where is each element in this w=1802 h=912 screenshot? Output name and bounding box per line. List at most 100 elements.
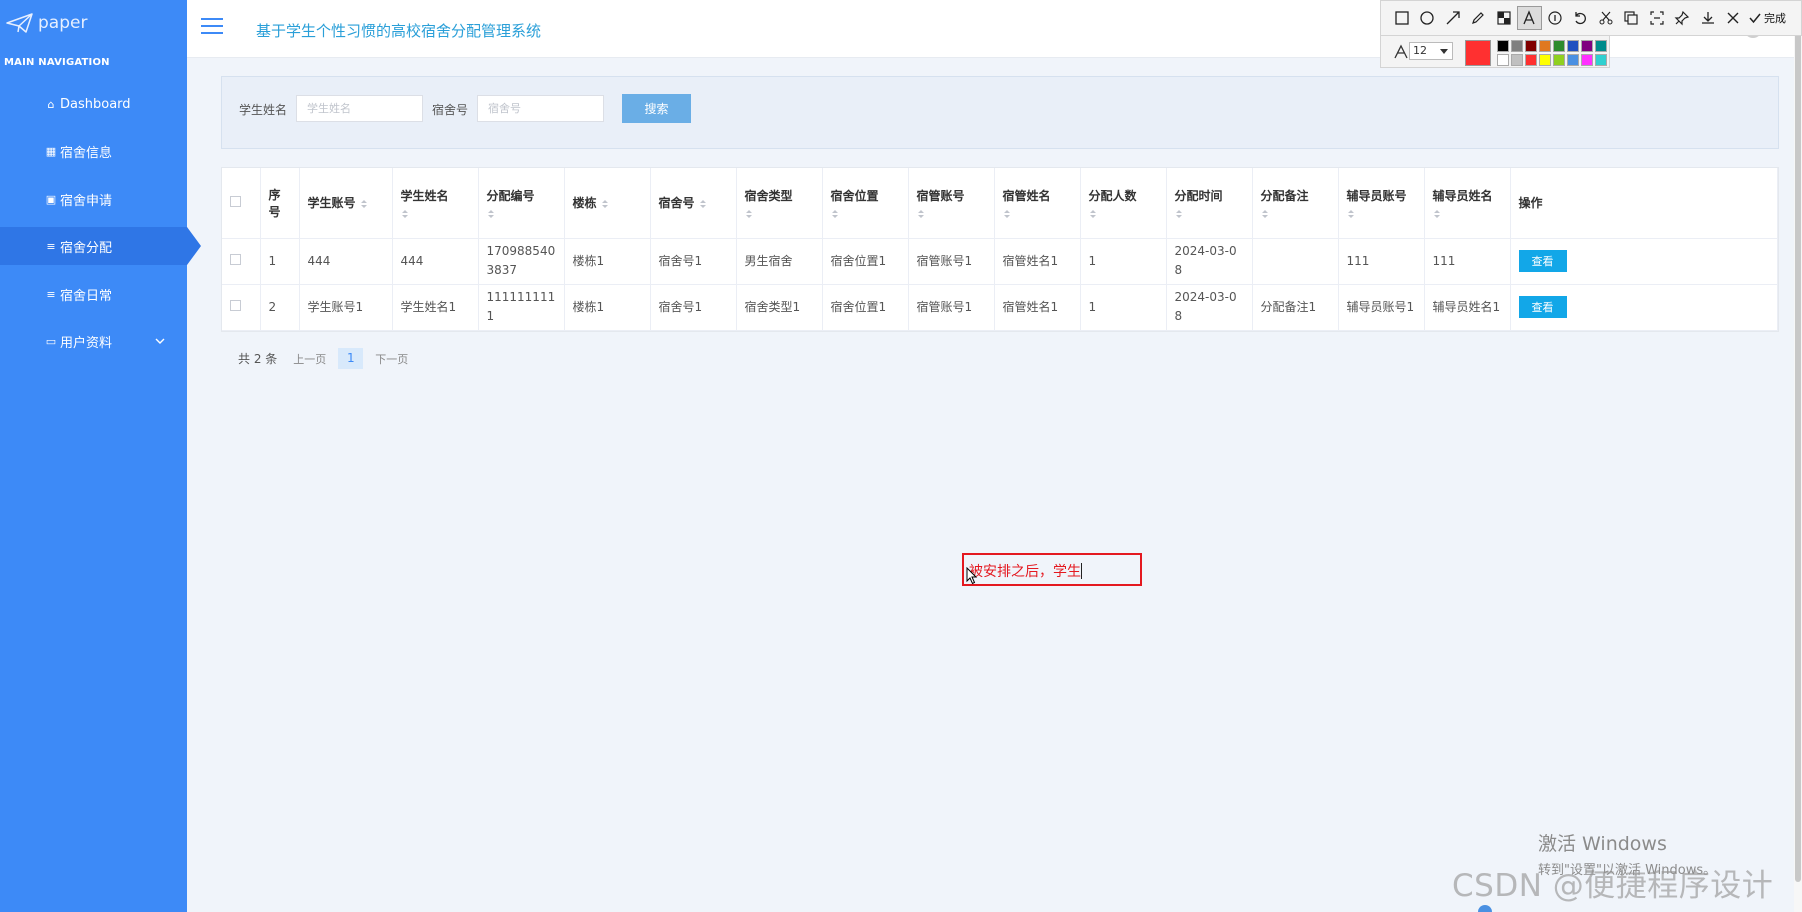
column-header[interactable]: 宿舍位置 [822, 168, 909, 239]
sort-icon[interactable] [1347, 209, 1355, 219]
column-header[interactable]: 宿舍号 [650, 168, 737, 239]
table-row: 2 学生账号1 学生姓名1 1111111111 楼栋1 宿舍号1 宿舍类型1 … [222, 284, 1778, 331]
table-cell: 宿舍号1 [650, 284, 737, 331]
color-swatch[interactable] [1567, 40, 1579, 52]
mosaic-icon[interactable] [1491, 6, 1517, 30]
undo-icon[interactable] [1568, 6, 1594, 30]
student-name-input[interactable] [296, 95, 423, 122]
sort-icon[interactable] [1261, 209, 1269, 219]
color-swatch[interactable] [1497, 54, 1509, 66]
color-swatch[interactable] [1595, 40, 1607, 52]
row-checkbox[interactable] [230, 299, 241, 311]
column-header[interactable]: 分配编号 [478, 168, 565, 239]
sidebar-item-dashboard[interactable]: ⌂ Dashboard [0, 85, 187, 123]
table-cell: 宿管账号1 [908, 284, 995, 331]
prev-page-button[interactable]: 上一页 [293, 351, 326, 367]
arrow-icon[interactable] [1440, 6, 1466, 30]
sort-icon[interactable] [917, 209, 925, 219]
current-color-swatch[interactable] [1465, 40, 1491, 66]
ellipse-icon[interactable] [1415, 6, 1441, 30]
sidebar-item-dorm-allocation[interactable]: ≡ 宿舍分配 [0, 227, 201, 265]
sort-icon[interactable] [1433, 209, 1441, 219]
csdn-watermark: CSDN @便捷程序设计 [1452, 868, 1774, 904]
color-swatch[interactable] [1511, 40, 1523, 52]
color-swatch[interactable] [1581, 54, 1593, 66]
color-swatch[interactable] [1539, 40, 1551, 52]
dorm-no-label: 宿舍号 [432, 103, 469, 117]
table-cell: 1 [260, 238, 300, 285]
search-panel: 学生姓名 宿舍号 搜索 [221, 76, 1779, 149]
annotation-text: 被安排之后，学生 [969, 564, 1081, 580]
font-size-select[interactable]: 12 [1409, 42, 1453, 60]
sort-icon[interactable] [1003, 209, 1011, 219]
number-icon[interactable] [1542, 6, 1568, 30]
sidebar: paper MAIN NAVIGATION ⌂ Dashboard ▦ 宿舍信息… [0, 0, 201, 912]
home-icon: ⌂ [47, 97, 55, 111]
next-page-button[interactable]: 下一页 [375, 351, 408, 367]
annotation-textbox[interactable]: 被安排之后，学生 [962, 553, 1142, 586]
column-header[interactable]: 分配备注 [1252, 168, 1339, 239]
sort-icon[interactable] [745, 209, 753, 219]
sort-icon[interactable] [831, 209, 839, 219]
scrollbar[interactable] [1794, 0, 1802, 912]
sidebar-item-dorm-application[interactable]: ▣ 宿舍申请 [0, 180, 187, 218]
color-swatch[interactable] [1511, 54, 1523, 66]
sort-icon[interactable] [601, 199, 609, 209]
color-swatch[interactable] [1595, 54, 1607, 66]
column-header[interactable]: 宿舍类型 [736, 168, 823, 239]
sort-icon[interactable] [1175, 209, 1183, 219]
column-header[interactable]: 辅导员账号 [1338, 168, 1425, 239]
color-swatch[interactable] [1567, 54, 1579, 66]
search-button[interactable]: 搜索 [622, 94, 691, 123]
column-header[interactable]: 学生姓名 [392, 168, 479, 239]
logo[interactable]: paper [6, 12, 87, 34]
column-header[interactable]: 宿管账号 [908, 168, 995, 239]
column-header[interactable]: 学生账号 [299, 168, 393, 239]
rectangle-icon[interactable] [1389, 6, 1415, 30]
sort-icon[interactable] [699, 199, 707, 209]
view-button[interactable]: 查看 [1518, 296, 1567, 318]
copy-icon[interactable] [1619, 6, 1645, 30]
hamburger-icon[interactable] [201, 18, 223, 36]
column-header[interactable]: 分配人数 [1080, 168, 1167, 239]
row-checkbox[interactable] [230, 253, 241, 265]
select-all-checkbox[interactable] [230, 195, 241, 207]
color-swatch[interactable] [1525, 54, 1537, 66]
clipboard-icon: ▣ [45, 192, 57, 206]
pin-icon[interactable] [1670, 6, 1696, 30]
sidebar-item-label: 用户资料 [60, 335, 113, 351]
column-header[interactable]: 辅导员姓名 [1424, 168, 1511, 239]
sidebar-item-user-profile[interactable]: ▭ 用户资料 [0, 322, 187, 360]
finish-button[interactable]: 完成 [1748, 10, 1786, 26]
sort-icon[interactable] [1089, 209, 1097, 219]
column-header[interactable]: 楼栋 [564, 168, 651, 239]
sort-icon[interactable] [487, 209, 495, 219]
text-icon[interactable] [1516, 6, 1542, 30]
color-swatch[interactable] [1581, 40, 1593, 52]
sort-icon[interactable] [401, 209, 409, 219]
color-swatch[interactable] [1553, 40, 1565, 52]
activation-title: 激活 Windows [1538, 833, 1667, 855]
download-icon[interactable] [1695, 6, 1721, 30]
cut-icon[interactable] [1593, 6, 1619, 30]
column-header[interactable]: 宿管姓名 [994, 168, 1081, 239]
sort-icon[interactable] [360, 199, 368, 209]
column-header[interactable]: 分配时间 [1166, 168, 1253, 239]
ocr-icon[interactable] [1644, 6, 1670, 30]
sidebar-item-dorm-info[interactable]: ▦ 宿舍信息 [0, 132, 187, 170]
color-swatch[interactable] [1553, 54, 1565, 66]
table-cell: 学生账号1 [299, 284, 393, 331]
view-button[interactable]: 查看 [1518, 250, 1567, 272]
pen-icon[interactable] [1466, 6, 1492, 30]
color-swatch[interactable] [1525, 40, 1537, 52]
check-icon [1749, 13, 1761, 24]
dorm-no-input[interactable] [477, 95, 604, 122]
action-cell: 查看 [1510, 284, 1778, 331]
sidebar-item-dorm-daily[interactable]: ≡ 宿舍日常 [0, 275, 187, 313]
color-swatch[interactable] [1539, 54, 1551, 66]
page-number-button[interactable]: 1 [338, 348, 364, 369]
color-swatch[interactable] [1497, 40, 1509, 52]
scrollbar-thumb[interactable] [1795, 2, 1801, 882]
close-icon[interactable] [1721, 6, 1747, 30]
table-row: 1 444 444 1709885403837 楼栋1 宿舍号1 男生宿舍 宿舍… [222, 238, 1778, 285]
